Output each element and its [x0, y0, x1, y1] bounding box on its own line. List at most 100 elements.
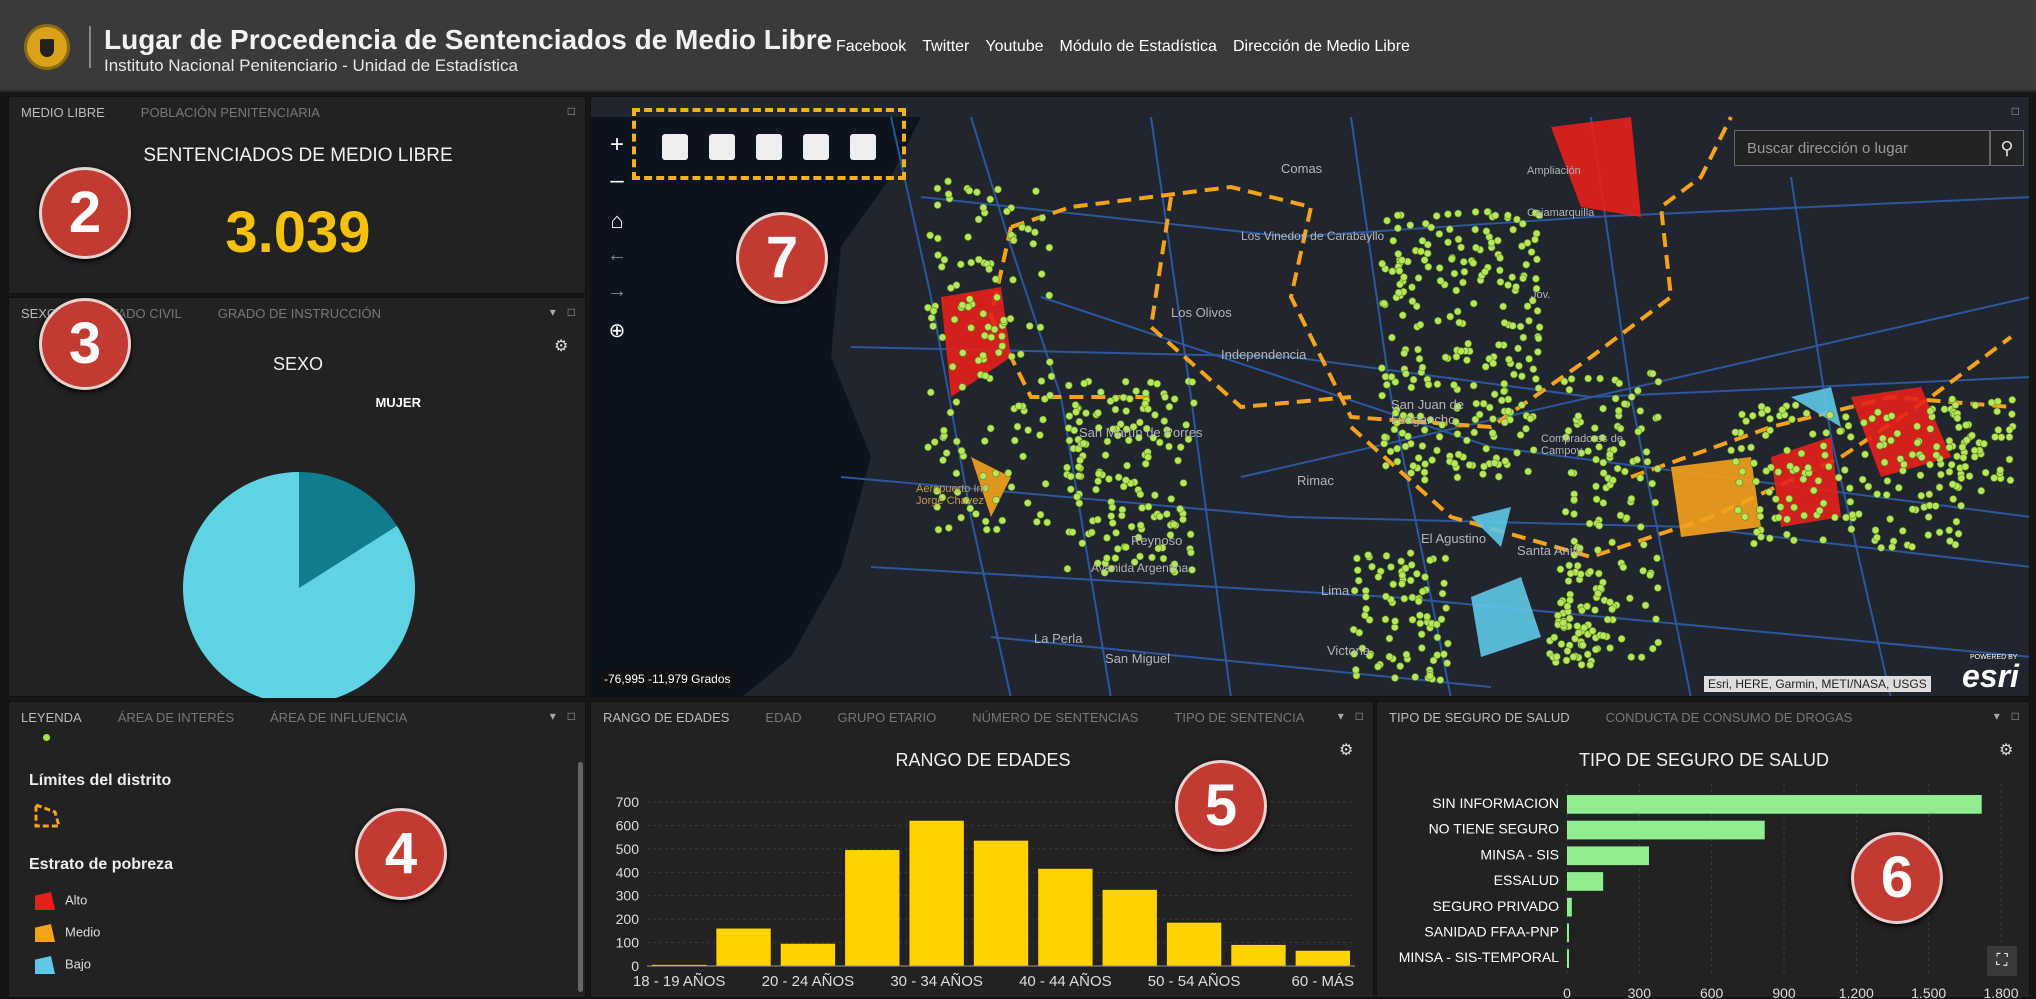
location-point — [1151, 411, 1159, 419]
location-point — [1469, 381, 1478, 390]
poverty-area — [1671, 457, 1761, 537]
location-point — [1450, 269, 1459, 278]
chevron-down-icon[interactable]: ▾ — [550, 709, 556, 723]
zoom-in-button[interactable]: + — [600, 128, 634, 162]
zoom-out-button[interactable]: – — [600, 164, 634, 198]
location-point — [1873, 533, 1881, 542]
location-point — [1465, 461, 1474, 469]
tab-grupo-etario[interactable]: GRUPO ETARIO — [838, 710, 937, 725]
tab-consumo-drogas[interactable]: CONDUCTA DE CONSUMO DE DROGAS — [1606, 710, 1853, 725]
location-point — [1176, 505, 1184, 513]
location-point — [1783, 446, 1791, 455]
age-bar — [1166, 922, 1222, 966]
tab-leyenda[interactable]: LEYENDA — [21, 710, 82, 725]
legend-scrollbar[interactable] — [578, 762, 583, 992]
location-point — [1426, 672, 1434, 680]
chevron-down-icon[interactable]: ▾ — [1994, 709, 2000, 723]
location-point — [1585, 519, 1594, 528]
location-point — [1750, 539, 1758, 548]
map-panel[interactable]: Comas Los Vinedos de Carabayllo Los Oliv… — [590, 96, 2030, 697]
link-youtube[interactable]: Youtube — [985, 38, 1043, 56]
maximize-icon[interactable]: □ — [568, 104, 575, 118]
location-point — [1455, 318, 1464, 327]
tab-area-influencia[interactable]: ÁREA DE INFLUENCIA — [270, 710, 407, 725]
location-point — [1072, 408, 1080, 416]
tab-area-interes[interactable]: ÁREA DE INTERÉS — [118, 710, 234, 725]
tab-tipo-sentencia[interactable]: TIPO DE SENTENCIA — [1174, 710, 1304, 725]
chevron-down-icon[interactable]: ▾ — [1338, 709, 1344, 723]
map-canvas[interactable] — [591, 97, 2030, 697]
maximize-icon[interactable]: □ — [2012, 709, 2019, 723]
location-point — [1748, 411, 1757, 420]
location-point — [934, 234, 942, 243]
location-point — [1533, 307, 1542, 315]
location-point — [1908, 450, 1917, 459]
location-point — [1519, 274, 1527, 283]
location-point — [1421, 573, 1429, 581]
tab-rango-edades[interactable]: RANGO DE EDADES — [603, 710, 729, 725]
location-point — [1653, 554, 1661, 563]
tab-numero-sentencias[interactable]: NÚMERO DE SENTENCIAS — [972, 710, 1138, 725]
insurance-bar — [1567, 846, 1649, 866]
location-point — [1481, 267, 1489, 276]
maximize-icon[interactable]: □ — [568, 305, 575, 319]
search-input[interactable]: Buscar dirección o lugar — [1734, 130, 1990, 166]
location-point — [1883, 477, 1892, 485]
location-point — [1774, 468, 1783, 476]
tab-grado-instruccion[interactable]: GRADO DE INSTRUCCIÓN — [218, 306, 381, 321]
maximize-icon[interactable]: □ — [2012, 104, 2019, 118]
fullscreen-icon[interactable]: ⛶ — [1987, 946, 2017, 976]
location-point — [1819, 442, 1828, 450]
forward-arrow-icon[interactable]: → — [600, 274, 634, 308]
back-arrow-icon[interactable]: ← — [600, 238, 634, 272]
location-point — [1750, 459, 1758, 467]
location-point — [1993, 407, 2001, 416]
location-point — [1946, 537, 1954, 545]
basemap-gallery-icon[interactable] — [709, 134, 735, 160]
tab-seguro-salud[interactable]: TIPO DE SEGURO DE SALUD — [1389, 710, 1570, 725]
location-point — [924, 443, 932, 452]
link-facebook[interactable]: Facebook — [836, 38, 906, 56]
link-direccion-medio-libre[interactable]: Dirección de Medio Libre — [1233, 38, 1410, 56]
category-label: NO TIENE SEGURO — [1429, 821, 1560, 837]
location-point — [1639, 567, 1647, 575]
location-point — [1634, 427, 1642, 436]
panel-controls: ▾ □ — [1994, 709, 2019, 723]
insurance-bar — [1567, 923, 1569, 943]
chevron-down-icon[interactable]: ▾ — [550, 305, 556, 319]
location-point — [1772, 495, 1780, 503]
print-icon[interactable] — [850, 134, 876, 160]
location-point — [1908, 543, 1916, 551]
grid-icon[interactable] — [803, 134, 829, 160]
location-point — [1409, 375, 1418, 384]
page-subtitle: Instituto Nacional Penitenciario - Unida… — [104, 56, 518, 75]
location-point — [1596, 374, 1604, 383]
location-point — [1861, 450, 1869, 459]
age-bar — [973, 840, 1029, 966]
layers-icon[interactable] — [662, 134, 688, 160]
link-twitter[interactable]: Twitter — [922, 38, 969, 56]
location-point — [1383, 216, 1391, 225]
link-modulo-estadistica[interactable]: Módulo de Estadística — [1060, 38, 1217, 56]
location-point — [1649, 644, 1657, 653]
location-point — [981, 517, 990, 526]
search-icon[interactable]: ⚲ — [1990, 130, 2024, 166]
home-button[interactable]: ⌂ — [600, 204, 634, 238]
tab-poblacion-penitenciaria[interactable]: POBLACIÓN PENITENCIARIA — [141, 105, 320, 120]
locate-icon[interactable]: ⊕ — [600, 314, 634, 348]
maximize-icon[interactable]: □ — [1356, 709, 1363, 723]
location-point — [1396, 280, 1404, 289]
maximize-icon[interactable]: □ — [568, 709, 575, 723]
legend-icon[interactable] — [756, 134, 782, 160]
tab-edad[interactable]: EDAD — [765, 710, 801, 725]
location-point — [1010, 436, 1019, 445]
location-point — [1592, 482, 1600, 491]
location-point — [972, 510, 980, 518]
map-attribution: Esri, HERE, Garmin, METI/NASA, USGS — [1704, 676, 1931, 692]
location-point — [1595, 521, 1604, 530]
y-tick-label: 100 — [616, 935, 640, 951]
tab-medio-libre[interactable]: MEDIO LIBRE — [21, 105, 105, 120]
location-point — [1043, 518, 1052, 527]
location-point — [1860, 418, 1868, 427]
location-point — [1400, 349, 1408, 358]
